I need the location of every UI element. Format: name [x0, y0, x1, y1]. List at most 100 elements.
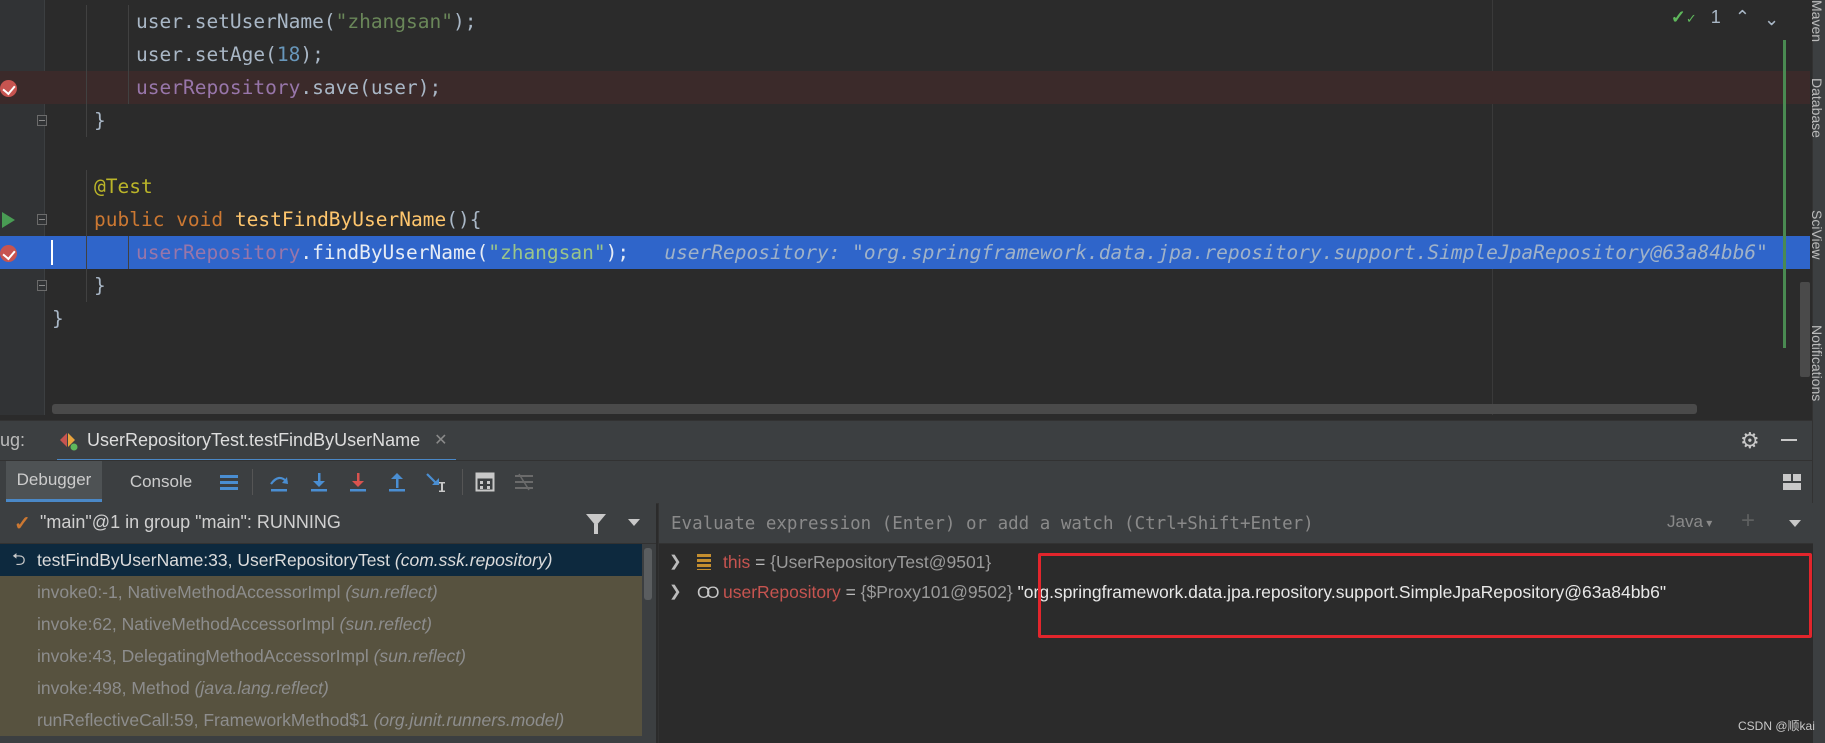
inspection-count: 1: [1710, 6, 1721, 27]
current-frame-icon: ⮌: [12, 550, 26, 569]
code-text: @Test: [94, 170, 153, 203]
frame-package: (org.junit.runners.model): [373, 710, 565, 730]
frame-method: testFindByUserName:33, UserRepositoryTes…: [37, 550, 391, 570]
trace-current-stream-icon[interactable]: [513, 471, 535, 493]
indent-guide: [86, 104, 87, 137]
indent-guide: [86, 38, 87, 71]
add-watch-icon[interactable]: +: [1741, 507, 1755, 535]
step-into-icon[interactable]: [308, 471, 330, 493]
thread-label: "main"@1 in group "main": RUNNING: [40, 512, 341, 532]
stack-frame-row[interactable]: invoke:43, DelegatingMethodAccessorImpl …: [0, 640, 642, 672]
maven-tool-window-button[interactable]: Maven: [1809, 0, 1825, 42]
stack-frame-row[interactable]: invoke:498, Method (java.lang.reflect): [0, 672, 642, 704]
force-step-into-icon[interactable]: [347, 471, 369, 493]
code-line[interactable]: user.setUserName("zhangsan");: [0, 5, 1810, 38]
frame-method: invoke0:-1, NativeMethodAccessorImpl: [37, 582, 341, 602]
run-to-cursor-icon[interactable]: [425, 471, 447, 493]
frame-package: (sun.reflect): [339, 614, 432, 634]
code-line[interactable]: }: [0, 104, 1810, 137]
fold-icon[interactable]: [37, 214, 47, 225]
run-test-icon[interactable]: [2, 212, 15, 228]
code-line[interactable]: }: [0, 302, 1810, 335]
code-token: );: [300, 43, 324, 66]
debug-session-tab[interactable]: UserRepositoryTest.testFindByUserName ✕: [57, 421, 456, 462]
stack-frame-row[interactable]: ⮌ testFindByUserName:33, UserRepositoryTe…: [0, 544, 642, 576]
previous-highlight-icon[interactable]: ⌃: [1735, 7, 1750, 28]
next-highlight-icon[interactable]: ⌃: [1764, 7, 1779, 28]
annotation-highlight-box: [1038, 553, 1812, 638]
debug-tool-window-header: ug: UserRepositoryTest.testFindByUserNam…: [0, 420, 1812, 462]
chevron-right-icon[interactable]: ❯: [669, 547, 682, 577]
code-token: public void: [94, 208, 235, 231]
language-label: Java: [1667, 512, 1703, 531]
stack-frame-label: invoke0:-1, NativeMethodAccessorImpl (su…: [37, 576, 438, 608]
code-text: user.setUserName("zhangsan");: [136, 5, 476, 38]
indent-guide: [128, 71, 129, 104]
step-over-icon[interactable]: [268, 471, 290, 493]
step-out-icon[interactable]: [386, 471, 408, 493]
code-token: user.setUserName(: [136, 10, 336, 33]
tab-debugger[interactable]: Debugger: [6, 461, 102, 502]
code-line[interactable]: }: [0, 269, 1810, 302]
frames-scroll-thumb[interactable]: [644, 548, 652, 600]
code-editor[interactable]: user.setUserName("zhangsan"); user.setAge…: [0, 0, 1825, 415]
chevron-down-icon[interactable]: [1789, 520, 1801, 527]
variable-value: {UserRepositoryTest@9501}: [770, 552, 992, 572]
close-icon[interactable]: ✕: [434, 430, 447, 450]
editor-horizontal-scrollbar[interactable]: [52, 404, 1697, 414]
frame-package: (java.lang.reflect): [194, 678, 329, 698]
code-text: }: [94, 104, 106, 137]
show-execution-point-icon[interactable]: [218, 471, 240, 493]
minimize-icon[interactable]: [1781, 439, 1797, 441]
code-token: testFindByUserName: [234, 208, 447, 231]
right-tool-window-strip: Maven Database SciView Notifications: [1809, 0, 1825, 743]
filter-icon[interactable]: [586, 514, 606, 534]
chevron-down-icon[interactable]: [628, 519, 640, 526]
toolbar-separator: [252, 469, 253, 495]
language-selector[interactable]: Java ▾: [1667, 512, 1712, 532]
evaluate-expression-input[interactable]: [669, 511, 1673, 537]
database-tool-window-button[interactable]: Database: [1809, 78, 1825, 138]
code-text: user.setAge(18);: [136, 38, 324, 71]
stack-frame-label: testFindByUserName:33, UserRepositoryTes…: [37, 544, 552, 576]
inspection-widget[interactable]: ✓✓ 1 ⌃ ⌃: [1671, 4, 1779, 30]
variable-name: userRepository: [723, 582, 841, 602]
indent-guide: [86, 5, 87, 38]
variable-equals: =: [750, 552, 771, 572]
thread-selector[interactable]: ✓ "main"@1 in group "main": RUNNING: [0, 503, 656, 544]
stack-frame-row[interactable]: runReflectiveCall:59, FrameworkMethod$1 …: [0, 704, 642, 736]
breakpoint-icon[interactable]: [0, 80, 17, 97]
indent-guide: [128, 5, 129, 38]
tab-console[interactable]: Console: [112, 461, 210, 502]
fields-icon: [697, 547, 711, 579]
code-token: .findByUserName(: [300, 241, 489, 264]
code-line[interactable]: [0, 137, 1810, 170]
code-token: .save(user);: [300, 76, 442, 99]
stack-frame-row[interactable]: invoke0:-1, NativeMethodAccessorImpl (su…: [0, 576, 642, 608]
fold-icon[interactable]: [37, 280, 47, 291]
notifications-tool-window-button[interactable]: Notifications: [1809, 325, 1825, 401]
breakpoint-icon[interactable]: [0, 245, 17, 262]
text-caret: [51, 240, 53, 265]
stack-frame-label: runReflectiveCall:59, FrameworkMethod$1 …: [37, 704, 564, 736]
sciview-tool-window-button[interactable]: SciView: [1809, 210, 1825, 260]
debugger-toolbar: Debugger Console: [0, 460, 1812, 504]
code-token: (){: [446, 208, 482, 231]
gear-icon[interactable]: ⚙: [1740, 428, 1760, 454]
evaluate-expression-icon[interactable]: [474, 471, 496, 493]
debug-label: ug:: [0, 430, 26, 450]
code-line[interactable]: @Test: [0, 170, 1810, 203]
layout-settings-icon[interactable]: [1781, 471, 1803, 493]
frames-scrollbar[interactable]: [642, 544, 654, 743]
debug-session-label: UserRepositoryTest.testFindByUserName: [87, 429, 421, 450]
chevron-right-icon[interactable]: ❯: [669, 577, 682, 607]
code-line[interactable]: userRepository.findByUserName("zhangsan"…: [0, 236, 1810, 269]
code-text: userRepository.findByUserName("zhangsan"…: [136, 236, 1768, 269]
fold-icon[interactable]: [37, 115, 47, 126]
code-line[interactable]: user.setAge(18);: [0, 38, 1810, 71]
variable-equals: =: [840, 582, 861, 602]
frame-method: invoke:43, DelegatingMethodAccessorImpl: [37, 646, 369, 666]
code-line[interactable]: userRepository.save(user);: [0, 71, 1810, 104]
stack-frame-row[interactable]: invoke:62, NativeMethodAccessorImpl (sun…: [0, 608, 642, 640]
code-line[interactable]: public void testFindByUserName(){: [0, 203, 1810, 236]
